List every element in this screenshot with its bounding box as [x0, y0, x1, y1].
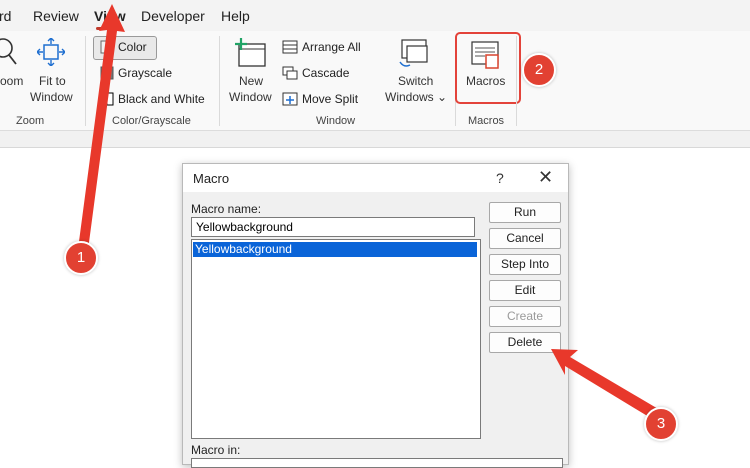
- color-button-content: Color: [100, 40, 147, 54]
- macro-list[interactable]: Yellowbackground: [191, 239, 481, 439]
- macro-dialog: Macro ? ✕ Macro name: Yellowbackground R…: [182, 163, 569, 468]
- cascade-icon: [282, 66, 298, 80]
- arrange-all-button[interactable]: Arrange All: [282, 40, 361, 54]
- dialog-title: Macro: [193, 171, 230, 186]
- move-split-button[interactable]: Move Split: [282, 92, 358, 106]
- group-label-window: Window: [316, 115, 356, 127]
- close-button[interactable]: ✕: [538, 167, 553, 188]
- color-swatch-icon: [100, 40, 114, 54]
- color-label: Color: [118, 40, 147, 54]
- help-button[interactable]: ?: [496, 170, 504, 186]
- macro-in-label: Macro in:: [191, 443, 241, 457]
- new-window-label-2: Window: [229, 90, 272, 104]
- new-window-label-1: New: [239, 74, 264, 88]
- switch-windows-label-2: Windows ⌄: [385, 90, 448, 104]
- delete-button[interactable]: Delete: [489, 332, 561, 353]
- macro-name-label: Macro name:: [191, 202, 262, 216]
- magnifier-icon: [0, 38, 17, 65]
- group-label-zoom: Zoom: [16, 115, 45, 127]
- menu-help[interactable]: Help: [221, 8, 250, 24]
- step-badge-3: 3: [644, 407, 678, 441]
- black-and-white-button[interactable]: Black and White: [100, 92, 205, 106]
- step-into-button[interactable]: Step Into: [489, 254, 561, 275]
- fit-to-window-label-1: Fit to: [39, 74, 66, 88]
- menu-record[interactable]: rd: [0, 8, 11, 24]
- macro-name-input[interactable]: [191, 217, 475, 237]
- group-label-color-grayscale: Color/Grayscale: [112, 115, 191, 127]
- run-button[interactable]: Run: [489, 202, 561, 223]
- active-tab-indicator: [96, 27, 122, 30]
- fit-to-window-button[interactable]: [36, 37, 66, 71]
- switch-windows-button[interactable]: [398, 38, 430, 73]
- menu-review[interactable]: Review: [33, 8, 79, 24]
- step-badge-2: 2: [522, 53, 556, 87]
- cascade-button[interactable]: Cascade: [282, 66, 349, 80]
- macros-button[interactable]: [471, 40, 501, 75]
- move-split-label: Move Split: [302, 92, 359, 106]
- grayscale-label: Grayscale: [118, 66, 173, 80]
- formula-bar-area: [0, 131, 750, 148]
- ribbon-separator: [516, 36, 517, 126]
- create-button[interactable]: Create: [489, 306, 561, 327]
- macros-label: Macros: [466, 74, 506, 88]
- menu-view[interactable]: View: [94, 8, 126, 24]
- grayscale-icon: [100, 66, 114, 80]
- grayscale-button[interactable]: Grayscale: [100, 66, 172, 80]
- switch-windows-label-1: Switch: [398, 74, 434, 88]
- arrange-all-label: Arrange All: [302, 40, 361, 54]
- zoom-button[interactable]: [0, 38, 22, 71]
- edit-button[interactable]: Edit: [489, 280, 561, 301]
- cascade-label: Cascade: [302, 66, 350, 80]
- group-label-macros: Macros: [468, 115, 505, 127]
- fit-to-window-icon: [36, 37, 66, 67]
- move-split-icon: [282, 92, 298, 106]
- new-window-button[interactable]: [235, 38, 267, 73]
- black-and-white-label: Black and White: [118, 92, 205, 106]
- dialog-titlebar: Macro ? ✕: [183, 164, 568, 192]
- arrange-all-icon: [282, 40, 298, 54]
- menu-developer[interactable]: Developer: [141, 8, 205, 24]
- new-window-icon: [235, 38, 266, 67]
- fit-to-window-label-2: Window: [30, 90, 73, 104]
- black-and-white-icon: [101, 92, 114, 106]
- macros-icon: [471, 41, 499, 69]
- cancel-button[interactable]: Cancel: [489, 228, 561, 249]
- step-badge-1: 1: [64, 241, 98, 275]
- macro-list-item[interactable]: Yellowbackground: [193, 242, 477, 257]
- ribbon-separator: [219, 36, 220, 126]
- zoom-label: oom: [0, 74, 24, 88]
- switch-windows-icon: [399, 39, 428, 67]
- ribbon-separator: [85, 36, 86, 126]
